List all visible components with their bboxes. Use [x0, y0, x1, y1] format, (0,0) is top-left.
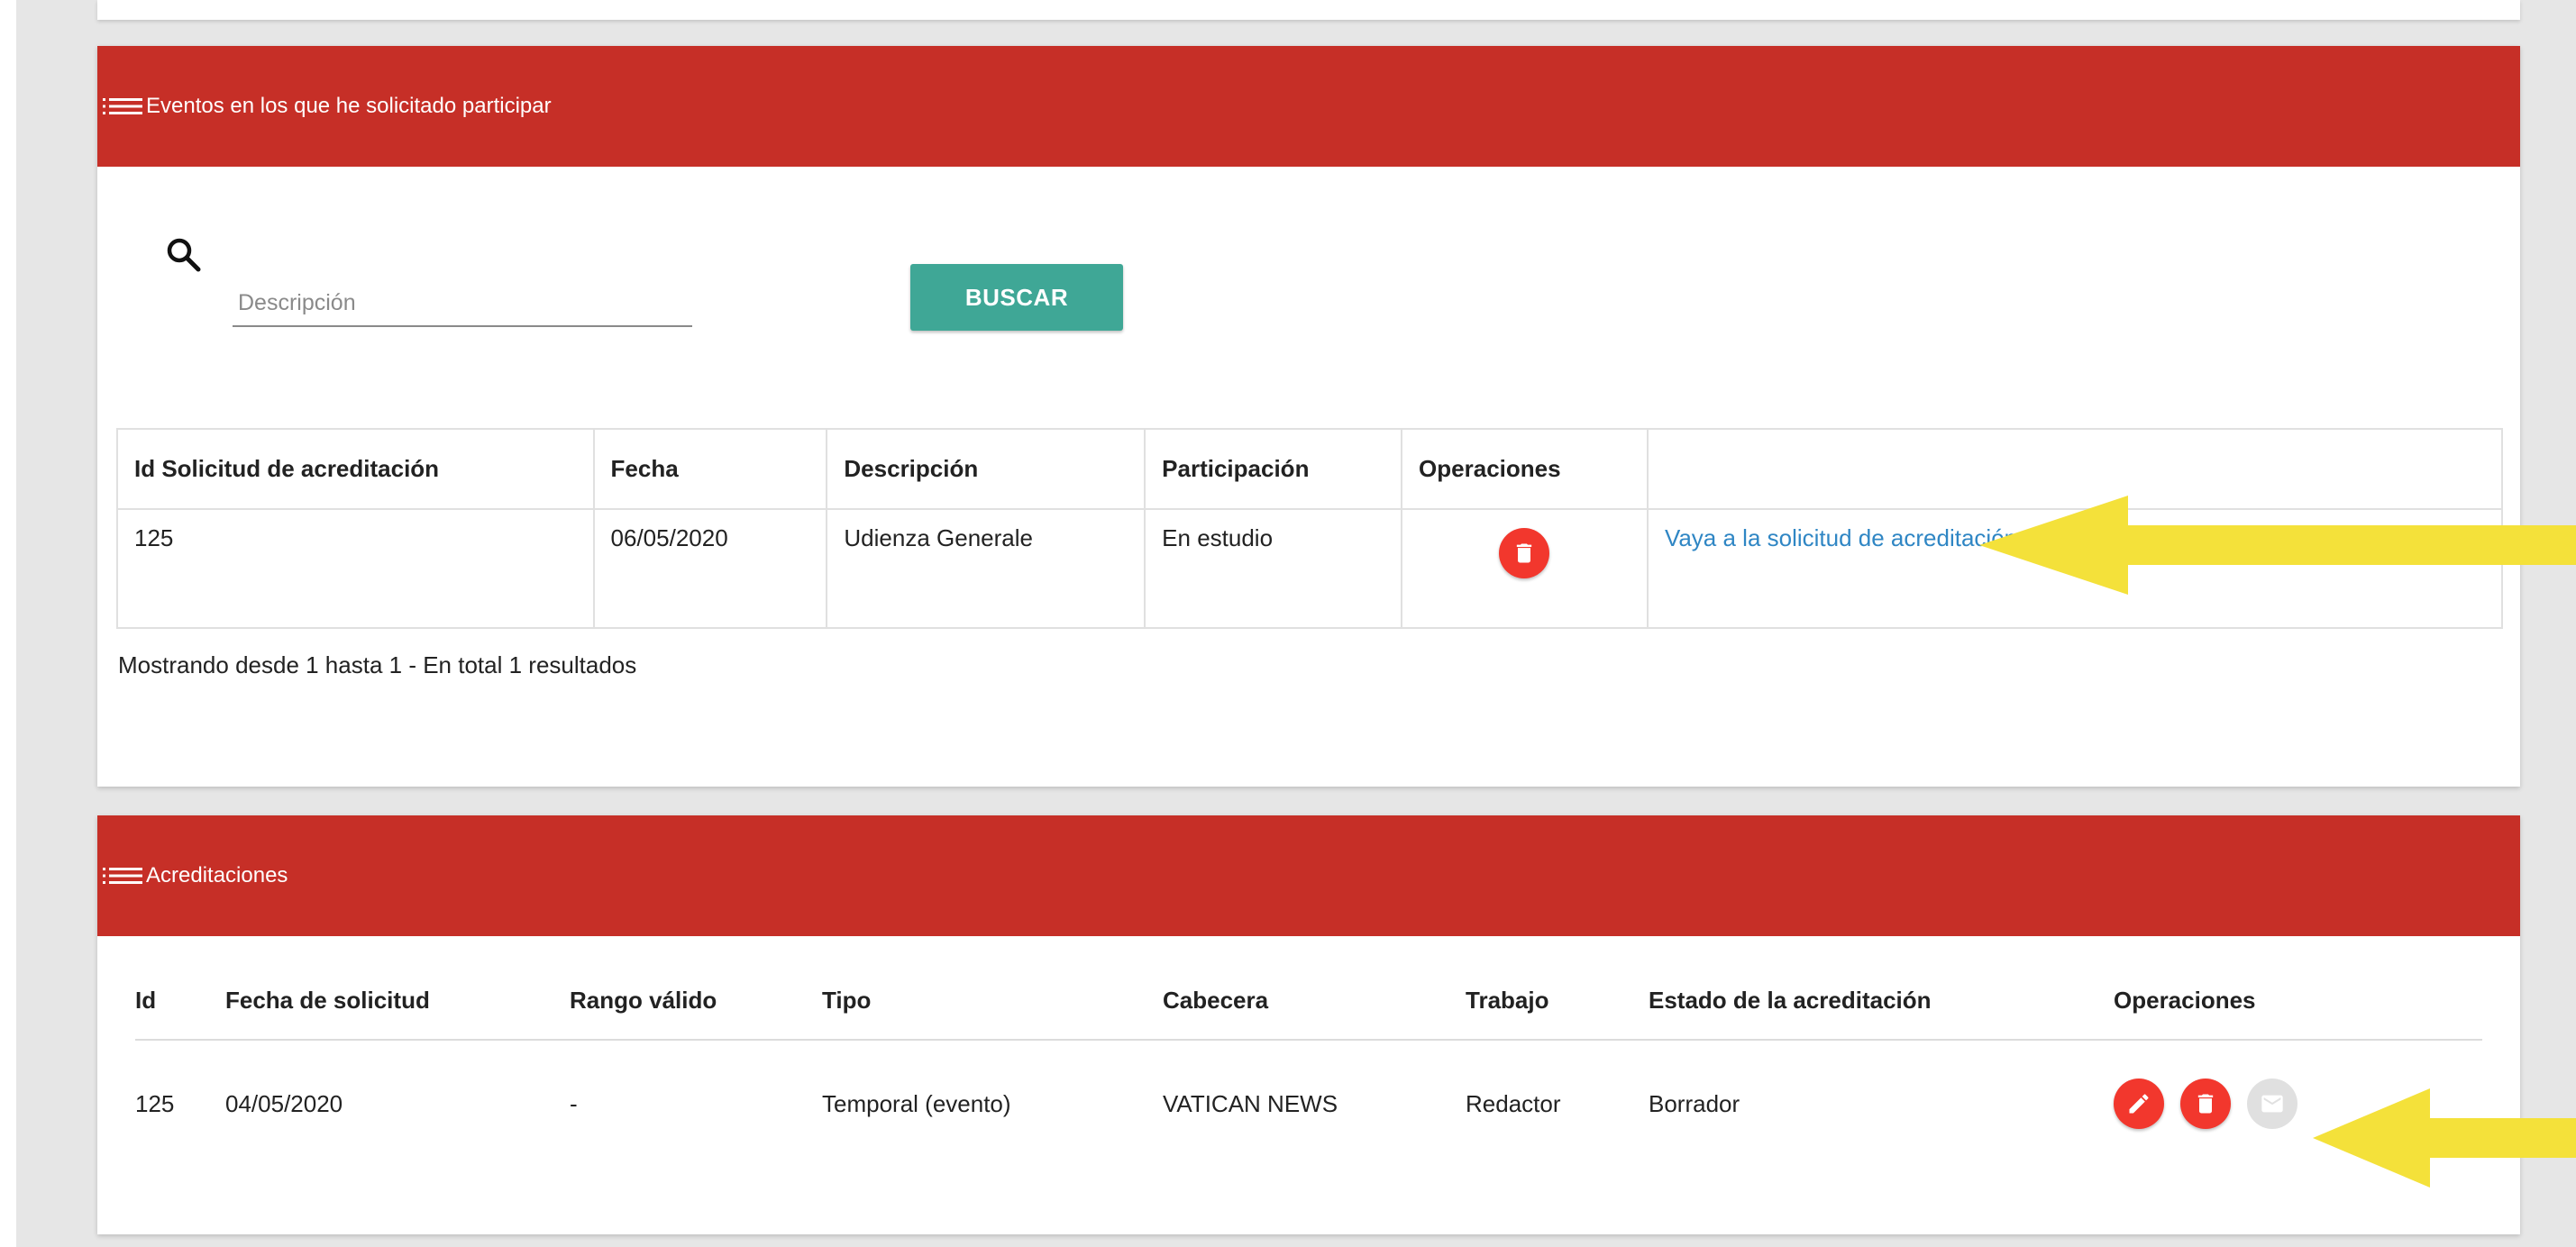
accreditations-card-header: Acreditaciones	[97, 815, 2520, 936]
accreditations-header-row: Id Fecha de solicitud Rango válido Tipo …	[135, 961, 2482, 1041]
cell-trabajo: Redactor	[1466, 1089, 1561, 1117]
pencil-icon	[2129, 1094, 2149, 1114]
column-header: Fecha de solicitud	[225, 961, 570, 1041]
column-header: Estado de la acreditación	[1649, 961, 2114, 1041]
trash-icon	[2197, 1094, 2214, 1114]
column-header: Cabecera	[1163, 961, 1466, 1041]
arrow-icon	[2313, 1088, 2576, 1188]
column-header: Tipo	[822, 961, 1163, 1041]
column-header: Fecha	[592, 428, 828, 510]
cell-id: 125	[116, 508, 595, 629]
cell-descripcion: Udienza Generale	[826, 508, 1146, 629]
cell-fecha: 06/05/2020	[592, 508, 828, 629]
accreditations-card-title: Acreditaciones	[146, 863, 288, 887]
description-search-input[interactable]	[233, 280, 692, 327]
trash-icon	[1517, 543, 1532, 563]
cell-id: 125	[135, 1089, 175, 1117]
previous-card-edge	[97, 0, 2520, 20]
send-button[interactable]	[2247, 1079, 2297, 1129]
search-button[interactable]: BUSCAR	[910, 264, 1123, 331]
search-icon	[167, 238, 201, 272]
column-header: Operaciones	[1401, 428, 1649, 510]
table-row: 125 04/05/2020 - Temporal (evento) VATIC…	[135, 1040, 2482, 1167]
column-header: Descripción	[826, 428, 1146, 510]
arrow-icon	[1979, 496, 2576, 595]
list-icon	[103, 868, 142, 884]
pagination-summary: Mostrando desde 1 hasta 1 - En total 1 r…	[118, 651, 637, 678]
events-card: Eventos en los que he solicitado partici…	[97, 46, 2520, 787]
edit-button[interactable]	[2114, 1079, 2164, 1129]
cell-rango-valido: -	[570, 1089, 578, 1117]
accreditations-table: Id Fecha de solicitud Rango válido Tipo …	[135, 961, 2482, 1167]
cell-fecha-solicitud: 04/05/2020	[225, 1089, 343, 1117]
column-header: Id Solicitud de acreditación	[116, 428, 595, 510]
cell-operations	[1401, 508, 1649, 629]
events-card-header: Eventos en los que he solicitado partici…	[97, 46, 2520, 167]
column-header: Rango válido	[570, 961, 822, 1041]
events-card-title: Eventos en los que he solicitado partici…	[146, 94, 552, 118]
cell-participacion: En estudio	[1144, 508, 1403, 629]
cell-estado: Borrador	[1649, 1089, 1740, 1117]
delete-button[interactable]	[1499, 528, 1550, 578]
column-header: Operaciones	[2114, 961, 2482, 1041]
column-header: Trabajo	[1466, 961, 1649, 1041]
cell-tipo: Temporal (evento)	[822, 1089, 1011, 1117]
column-header: Id	[135, 961, 225, 1041]
column-header: Participación	[1144, 428, 1403, 510]
delete-button[interactable]	[2180, 1079, 2231, 1129]
email-icon	[2261, 1095, 2283, 1113]
left-margin-strip	[0, 0, 16, 1247]
accreditations-card: Acreditaciones Id Fecha de solicitud Ran…	[97, 815, 2520, 1234]
list-icon	[103, 98, 142, 114]
cell-cabecera: VATICAN NEWS	[1163, 1089, 1338, 1117]
